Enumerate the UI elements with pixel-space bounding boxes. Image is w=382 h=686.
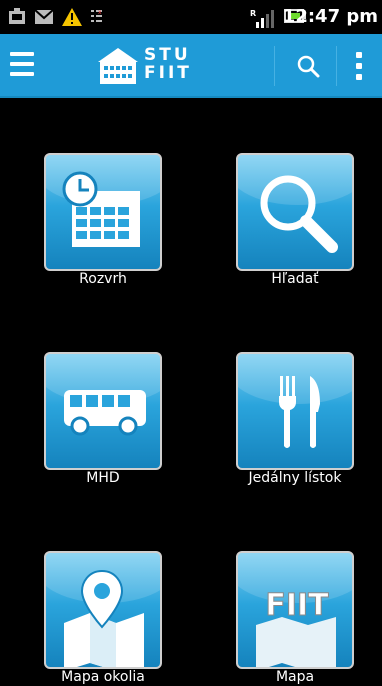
- tile-icon-frame: [236, 153, 354, 271]
- building-icon: [98, 48, 138, 84]
- tile-icon-frame: [44, 352, 162, 470]
- svg-text:R: R: [250, 9, 256, 18]
- notification-icon: [9, 8, 25, 24]
- tile-label: MHD: [86, 470, 120, 486]
- logo-text: STU FIIT: [144, 46, 192, 82]
- stu-fiit-logo[interactable]: STU FIIT: [96, 46, 196, 86]
- menu-hamburger-icon[interactable]: [10, 52, 34, 78]
- warning-icon: [62, 8, 82, 26]
- status-bar: x R 12:47 pm: [0, 0, 382, 34]
- tile-icon-frame: [236, 352, 354, 470]
- bus-icon: [64, 390, 146, 436]
- tile-icon-frame: [44, 153, 162, 271]
- tile-icon-frame: FIIT: [236, 551, 354, 669]
- tile-label: Jedálny lístok: [248, 470, 342, 486]
- sim-icon: x: [91, 9, 102, 22]
- search-button[interactable]: [276, 34, 336, 98]
- signal-icon: R: [250, 9, 274, 28]
- fiit-building-icon: FIIT: [256, 588, 336, 667]
- search-icon: [297, 55, 320, 78]
- logo-line-2: FIIT: [144, 63, 192, 83]
- overflow-menu-button[interactable]: [338, 34, 382, 98]
- divider: [336, 46, 337, 86]
- tile-label: Mapa: [275, 669, 315, 685]
- logo-line-1: STU: [144, 45, 191, 65]
- svg-text:x: x: [98, 9, 102, 16]
- divider: [274, 46, 275, 86]
- svg-text:FIIT: FIIT: [265, 588, 329, 623]
- tile-label: Rozvrh: [79, 271, 127, 287]
- tile-label: Hľadať: [271, 271, 319, 287]
- fork-knife-icon: [279, 376, 320, 448]
- gmail-icon: [34, 9, 54, 24]
- clock: 12:47 pm: [282, 6, 378, 27]
- map-pin-icon: [64, 569, 144, 667]
- magnifier-icon: [260, 175, 338, 253]
- action-bar: STU FIIT: [0, 34, 382, 98]
- tile-label: Mapa okolia: [61, 669, 145, 685]
- calendar-clock-icon: [62, 171, 140, 247]
- tile-icon-frame: [44, 551, 162, 669]
